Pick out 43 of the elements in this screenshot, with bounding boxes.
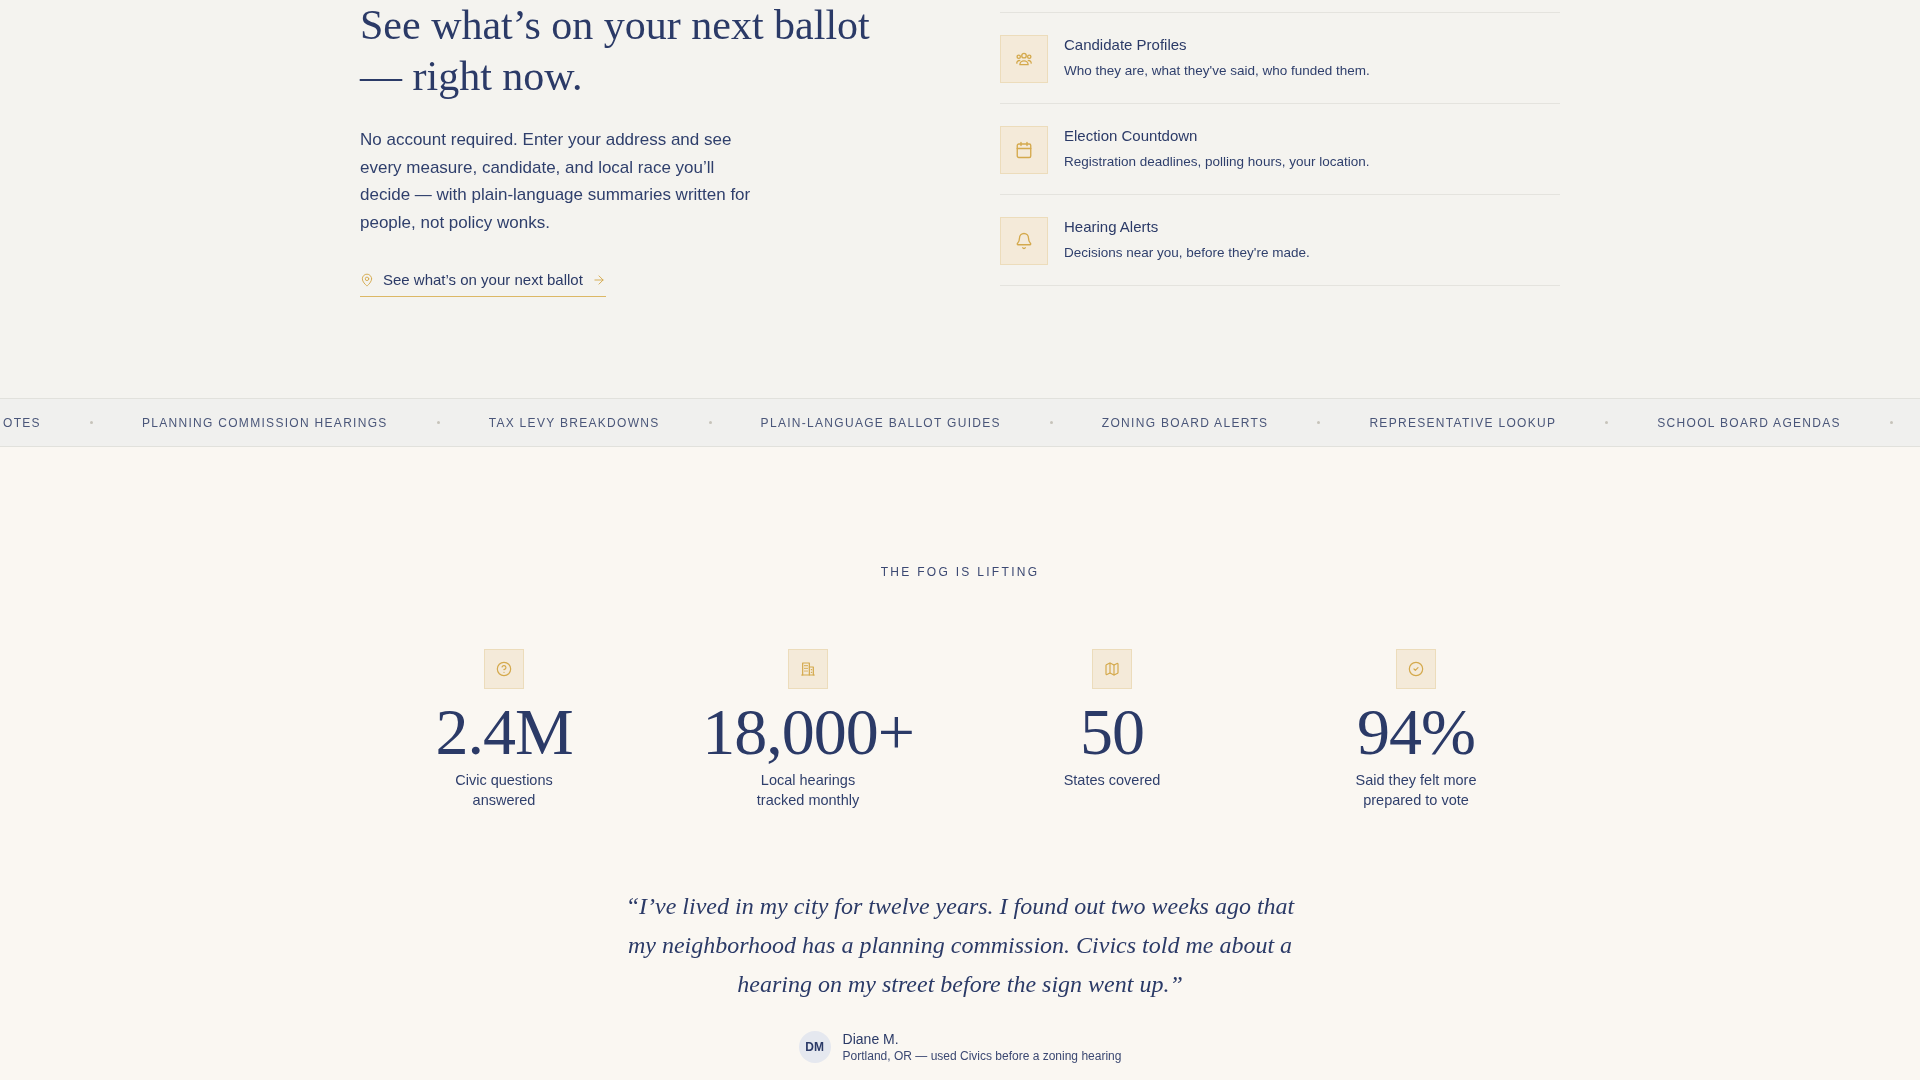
pin-icon [360,273,374,287]
stat-value: 94% [1357,699,1475,765]
dot-icon [1605,421,1609,424]
dot-icon [708,421,712,424]
people-icon [1000,35,1048,83]
feature-title: Hearing Alerts [1064,217,1160,237]
stat-value: 50 [1080,699,1144,765]
feature-title: Election Countdown [1064,126,1199,146]
stat-label: Said they felt more prepared to vote [1354,771,1478,810]
feature-description: Who they are, what they've said, who funded them. [1064,62,1370,80]
bell-icon [1000,217,1048,265]
ticker-topic: ZONING BOARD ALERTS [1101,414,1269,431]
map-icon [1092,649,1132,689]
feature-description: Decisions near you, before they're made. [1064,244,1310,262]
ticker-topic: TAX LEVY BREAKDOWNS [488,414,660,431]
testimonial-quote: “I’ve lived in my city for twelve years. I found out two weeks ago that my neighborhood has a planning commission. Civics told me about a hearing on my street before the sign went up.” [624,892,1296,999]
stat-value: 2.4M [435,699,573,765]
ticker-topic: PLANNING COMMISSION HEARINGS [141,414,388,431]
ticker-topic: REPRESENTATIVE LOOKUP [1369,414,1557,431]
ballot-link[interactable]: See what’s on your next ballot [360,270,606,297]
dot-icon [1889,421,1893,424]
building-icon [788,649,828,689]
avatar: DM [798,1031,831,1063]
section-eyebrow: THE FOG IS LIFTING [880,564,1040,581]
stat-value: 18,000+ [702,699,914,765]
feature-description: Registration deadlines, polling hours, your location. [1064,153,1370,171]
stat-label: Local hearings tracked monthly [755,771,861,810]
stat-label: Civic questions answered [454,771,554,810]
dot-icon [1049,421,1053,424]
intro-text: No account required. Enter your address and see every measure, candidate, and local race you’ll decide — with plain-language summaries written for people, not policy wonks. [360,129,752,234]
feature-title: Candidate Profiles [1064,35,1188,55]
stat-label: States covered [1063,771,1161,790]
author-detail: Portland, OR — used Civics before a zoning hearing [842,1048,1122,1064]
ticker-topic: OTES [3,414,41,431]
dot-icon [436,421,440,424]
arrow-right-icon [591,273,606,287]
headline: See what’s on your next ballot — right now. [360,1,871,101]
ticker-topic: PLAIN-LANGUAGE BALLOT GUIDES [760,414,1001,431]
calendar-icon [1000,126,1048,174]
dot-icon [89,421,93,424]
author-name: Diane M. [842,1030,900,1048]
dot-icon [1317,421,1321,424]
ticker-topic: SCHOOL BOARD AGENDAS [1657,414,1841,431]
